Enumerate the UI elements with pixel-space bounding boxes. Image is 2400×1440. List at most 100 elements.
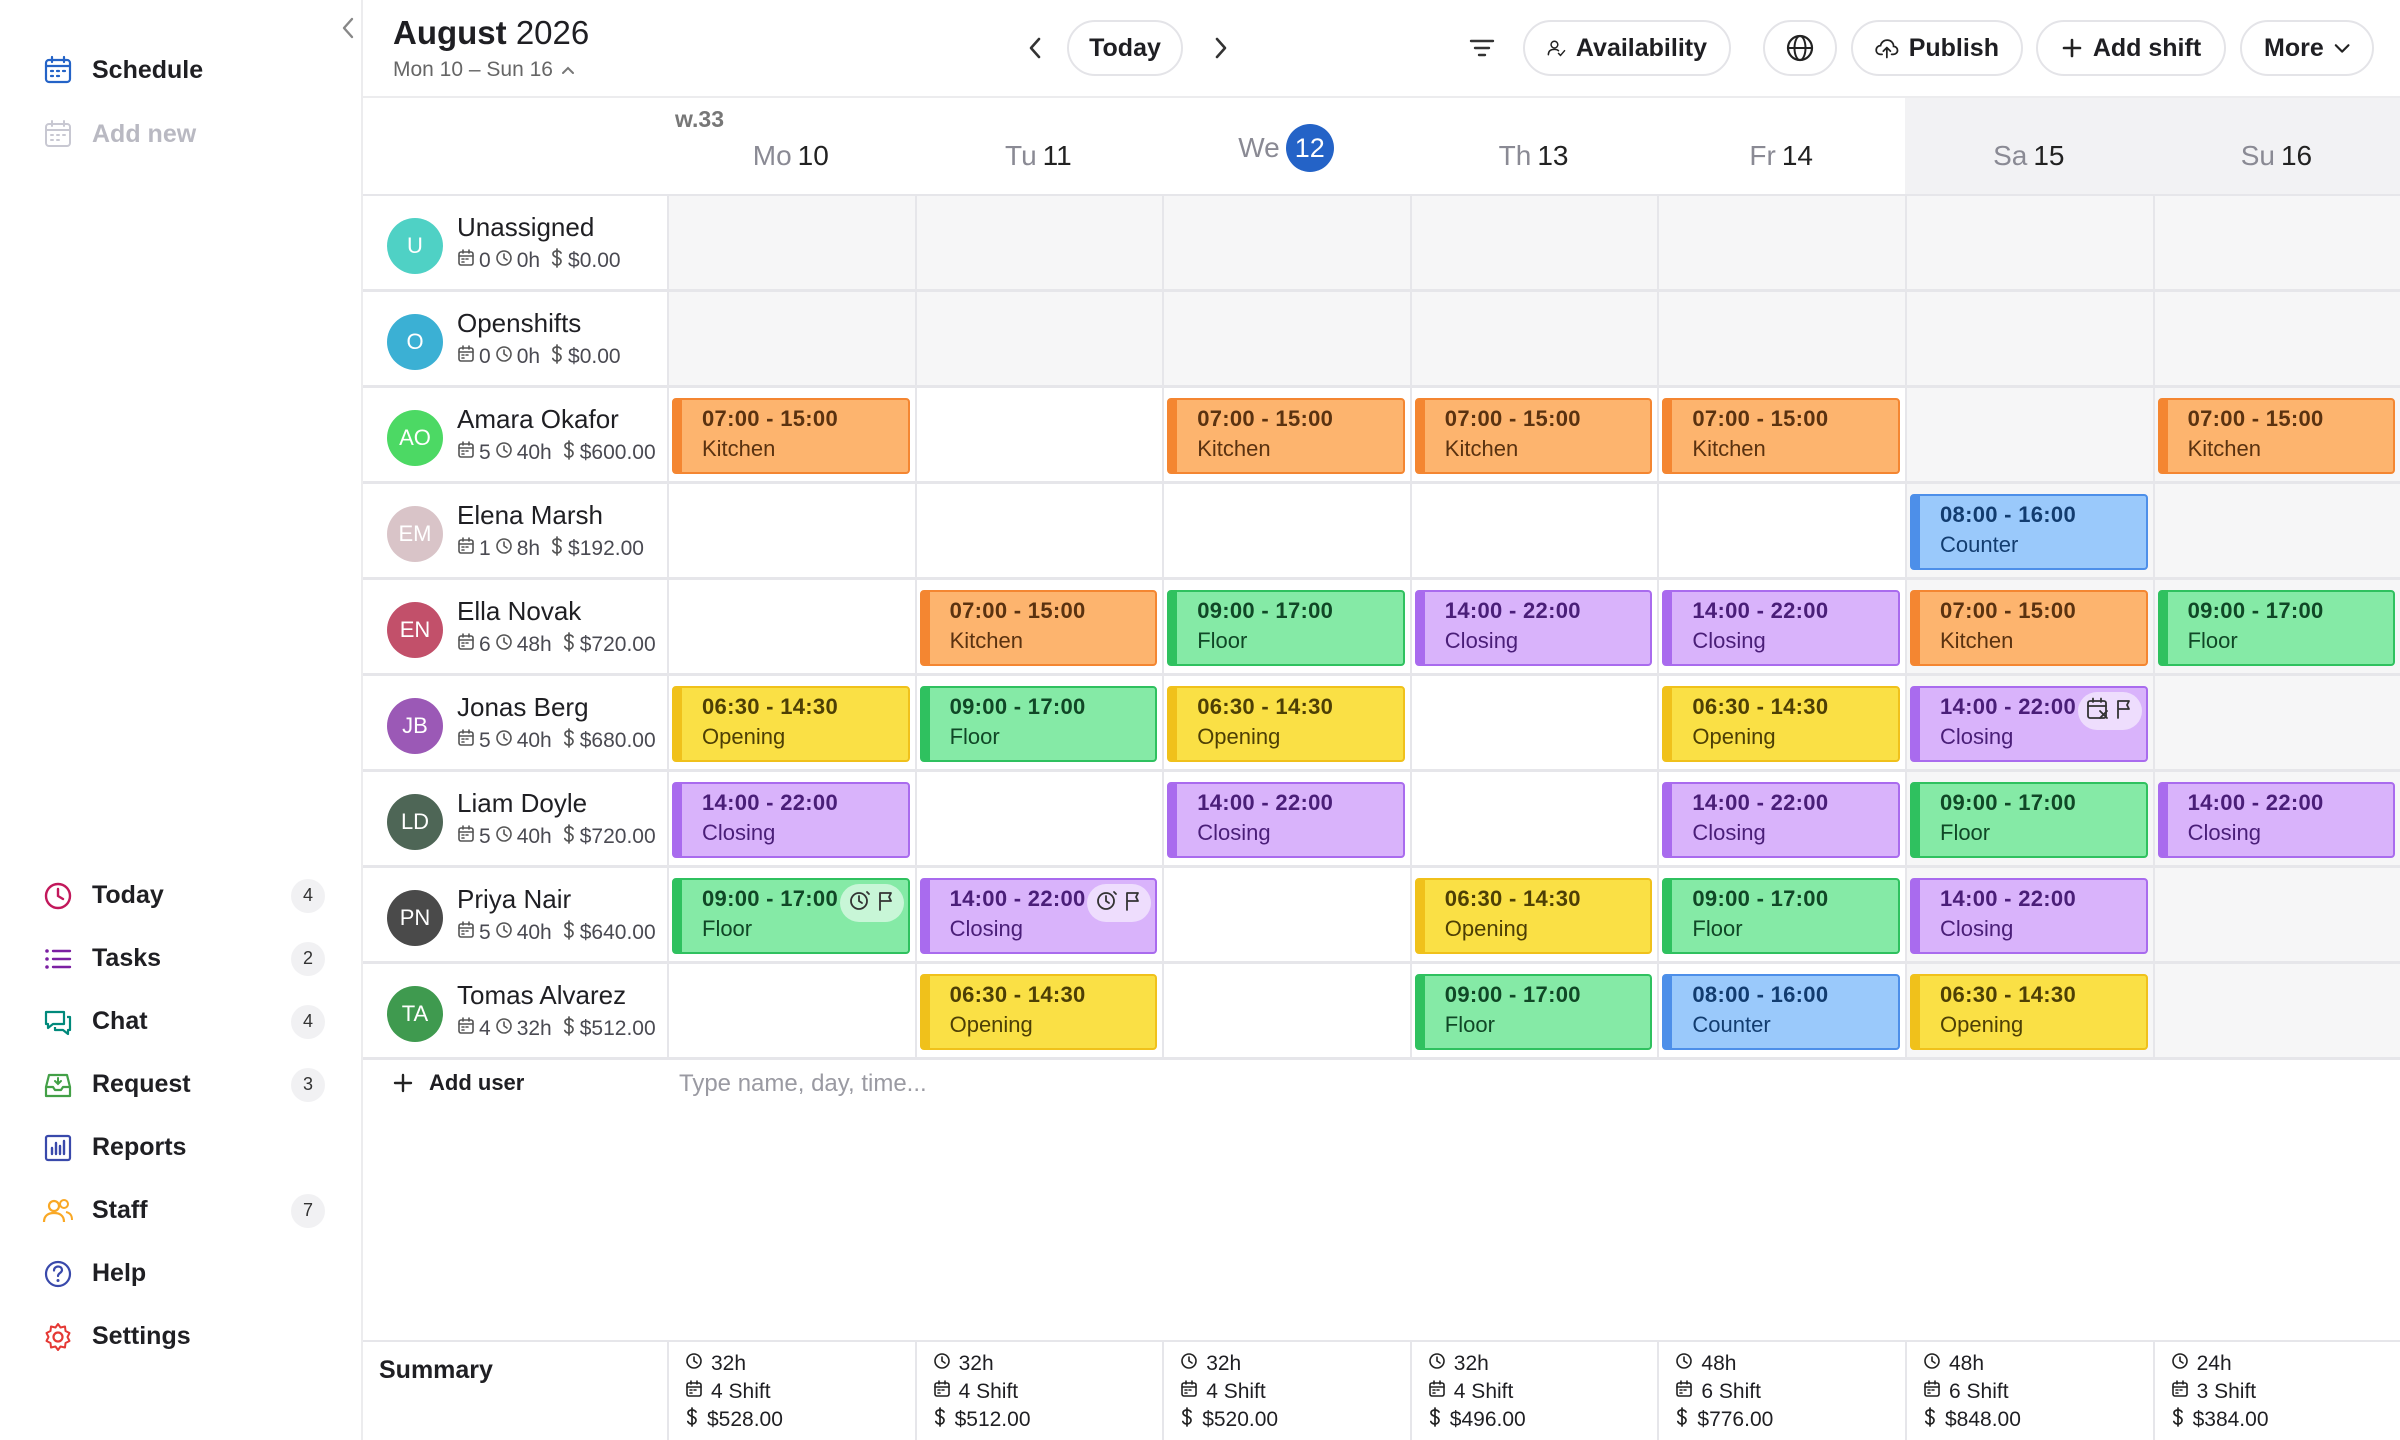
shift-flags[interactable] — [2077, 692, 2142, 730]
schedule-cell[interactable] — [667, 292, 915, 385]
staff-info[interactable]: EM Elena Marsh 1 8h $192.00 — [387, 498, 667, 568]
shift-card[interactable]: 09:00 - 17:00 Floor — [1662, 878, 1900, 954]
shift-card[interactable]: 07:00 - 15:00 Kitchen — [919, 590, 1158, 666]
sidebar-item-staff[interactable]: Staff 7 — [40, 1179, 325, 1242]
sidebar-item-schedule[interactable]: Schedule — [40, 38, 325, 102]
shift-card[interactable]: 14:00 - 22:00 Closing — [919, 878, 1158, 954]
shift-card[interactable]: 14:00 - 22:00 Closing — [672, 782, 910, 858]
schedule-cell[interactable] — [914, 196, 1163, 289]
shift-card[interactable]: 06:30 - 14:30 Opening — [1414, 878, 1653, 954]
sidebar-item-request[interactable]: Request 3 — [40, 1053, 325, 1116]
shift-card[interactable]: 09:00 - 17:00 Floor — [1167, 590, 1405, 666]
schedule-cell[interactable] — [2152, 484, 2400, 577]
previous-week-button[interactable] — [1015, 28, 1055, 68]
day-header-th[interactable]: Th 13 — [1409, 98, 1658, 196]
day-header-fr[interactable]: Fr 14 — [1657, 98, 1905, 196]
shift-card[interactable]: 06:30 - 14:30 Opening — [1662, 686, 1900, 762]
shift-card[interactable]: 14:00 - 22:00 Closing — [1414, 590, 1653, 666]
staff-info[interactable]: O Openshifts 0 0h $0.00 — [387, 306, 667, 376]
schedule-cell[interactable] — [1657, 484, 1905, 577]
schedule-cell[interactable] — [1162, 484, 1410, 577]
day-header-su[interactable]: Su 16 — [2152, 98, 2400, 196]
add-shift-button[interactable]: Add shift — [2036, 20, 2226, 76]
shift-card[interactable]: 14:00 - 22:00 Closing — [1662, 782, 1900, 858]
shift-card[interactable]: 06:30 - 14:30 Opening — [1167, 686, 1405, 762]
shift-card[interactable]: 14:00 - 22:00 Closing — [2157, 782, 2396, 858]
date-range-selector[interactable]: Mon 10 – Sun 16 — [393, 58, 575, 82]
staff-info[interactable]: EN Ella Novak 6 48h $720.00 — [387, 594, 667, 664]
shift-card[interactable]: 07:00 - 15:00 Kitchen — [1414, 398, 1653, 474]
day-header-mo[interactable]: Mo 10 — [667, 98, 915, 196]
schedule-cell[interactable] — [914, 292, 1163, 385]
shift-card[interactable]: 09:00 - 17:00 Floor — [919, 686, 1158, 762]
schedule-cell[interactable] — [1409, 484, 1658, 577]
staff-info[interactable]: PN Priya Nair 5 40h $640.00 — [387, 882, 667, 952]
sidebar-item-help[interactable]: Help — [40, 1242, 325, 1305]
day-header-tu[interactable]: Tu 11 — [914, 98, 1163, 196]
shift-card[interactable]: 14:00 - 22:00 Closing — [1910, 878, 2148, 954]
shift-card[interactable]: 07:00 - 15:00 Kitchen — [1167, 398, 1405, 474]
schedule-cell[interactable] — [1657, 196, 1905, 289]
shift-card[interactable]: 06:30 - 14:30 Opening — [919, 974, 1158, 1050]
shift-card[interactable]: 08:00 - 16:00 Counter — [1662, 974, 1900, 1050]
schedule-cell[interactable] — [667, 484, 915, 577]
filter-button[interactable] — [1462, 28, 1502, 68]
day-header-sa[interactable]: Sa 15 — [1905, 98, 2153, 196]
shift-card[interactable]: 09:00 - 17:00 Floor — [1414, 974, 1653, 1050]
schedule-cell[interactable] — [1162, 196, 1410, 289]
schedule-cell[interactable] — [1162, 868, 1410, 961]
schedule-cell[interactable] — [2152, 868, 2400, 961]
shift-flags[interactable] — [839, 884, 904, 922]
staff-info[interactable]: LD Liam Doyle 5 40h $720.00 — [387, 786, 667, 856]
day-header-we[interactable]: We 12 — [1162, 98, 1410, 196]
shift-card[interactable]: 14:00 - 22:00 Closing — [1167, 782, 1405, 858]
today-button[interactable]: Today — [1067, 20, 1183, 76]
shift-card[interactable]: 06:30 - 14:30 Opening — [1910, 974, 2148, 1050]
schedule-cell[interactable] — [1905, 292, 2153, 385]
shift-card[interactable]: 09:00 - 17:00 Floor — [2157, 590, 2396, 666]
schedule-cell[interactable] — [1905, 196, 2153, 289]
schedule-cell[interactable] — [2152, 676, 2400, 769]
schedule-cell[interactable] — [667, 196, 915, 289]
shift-card[interactable]: 09:00 - 17:00 Floor — [672, 878, 910, 954]
staff-info[interactable]: TA Tomas Alvarez 4 32h $512.00 — [387, 978, 667, 1048]
staff-info[interactable]: AO Amara Okafor 5 40h $600.00 — [387, 402, 667, 472]
schedule-cell[interactable] — [1162, 292, 1410, 385]
schedule-cell[interactable] — [914, 388, 1163, 481]
timezone-button[interactable] — [1763, 20, 1837, 76]
sidebar-item-today[interactable]: Today 4 — [40, 864, 325, 927]
quick-add-input[interactable] — [679, 1066, 1579, 1102]
shift-card[interactable]: 14:00 - 22:00 Closing — [1910, 686, 2148, 762]
staff-info[interactable]: JB Jonas Berg 5 40h $680.00 — [387, 690, 667, 760]
shift-card[interactable]: 06:30 - 14:30 Opening — [672, 686, 910, 762]
schedule-cell[interactable] — [2152, 964, 2400, 1057]
shift-card[interactable]: 08:00 - 16:00 Counter — [1910, 494, 2148, 570]
sidebar-item-tasks[interactable]: Tasks 2 — [40, 927, 325, 990]
sidebar-item-settings[interactable]: Settings — [40, 1305, 325, 1368]
schedule-cell[interactable] — [2152, 292, 2400, 385]
schedule-cell[interactable] — [667, 580, 915, 673]
more-menu-button[interactable]: More — [2240, 20, 2374, 76]
sidebar-item-add-new[interactable]: Add new — [40, 102, 325, 166]
shift-card[interactable]: 07:00 - 15:00 Kitchen — [1662, 398, 1900, 474]
shift-card[interactable]: 07:00 - 15:00 Kitchen — [672, 398, 910, 474]
schedule-cell[interactable] — [914, 484, 1163, 577]
sidebar-item-reports[interactable]: Reports — [40, 1116, 325, 1179]
schedule-cell[interactable] — [667, 964, 915, 1057]
schedule-cell[interactable] — [914, 772, 1163, 865]
shift-card[interactable]: 07:00 - 15:00 Kitchen — [1910, 590, 2148, 666]
schedule-cell[interactable] — [1409, 292, 1658, 385]
schedule-cell[interactable] — [1409, 772, 1658, 865]
schedule-cell[interactable] — [1162, 964, 1410, 1057]
staff-info[interactable]: U Unassigned 0 0h $0.00 — [387, 210, 667, 280]
schedule-cell[interactable] — [1409, 676, 1658, 769]
sidebar-item-chat[interactable]: Chat 4 — [40, 990, 325, 1053]
shift-card[interactable]: 07:00 - 15:00 Kitchen — [2157, 398, 2396, 474]
shift-card[interactable]: 09:00 - 17:00 Floor — [1910, 782, 2148, 858]
schedule-cell[interactable] — [1409, 196, 1658, 289]
publish-button[interactable]: Publish — [1851, 20, 2023, 76]
add-user-button[interactable]: Add user — [393, 1070, 524, 1096]
schedule-cell[interactable] — [2152, 196, 2400, 289]
schedule-cell[interactable] — [1657, 292, 1905, 385]
shift-flags[interactable] — [1087, 884, 1152, 922]
